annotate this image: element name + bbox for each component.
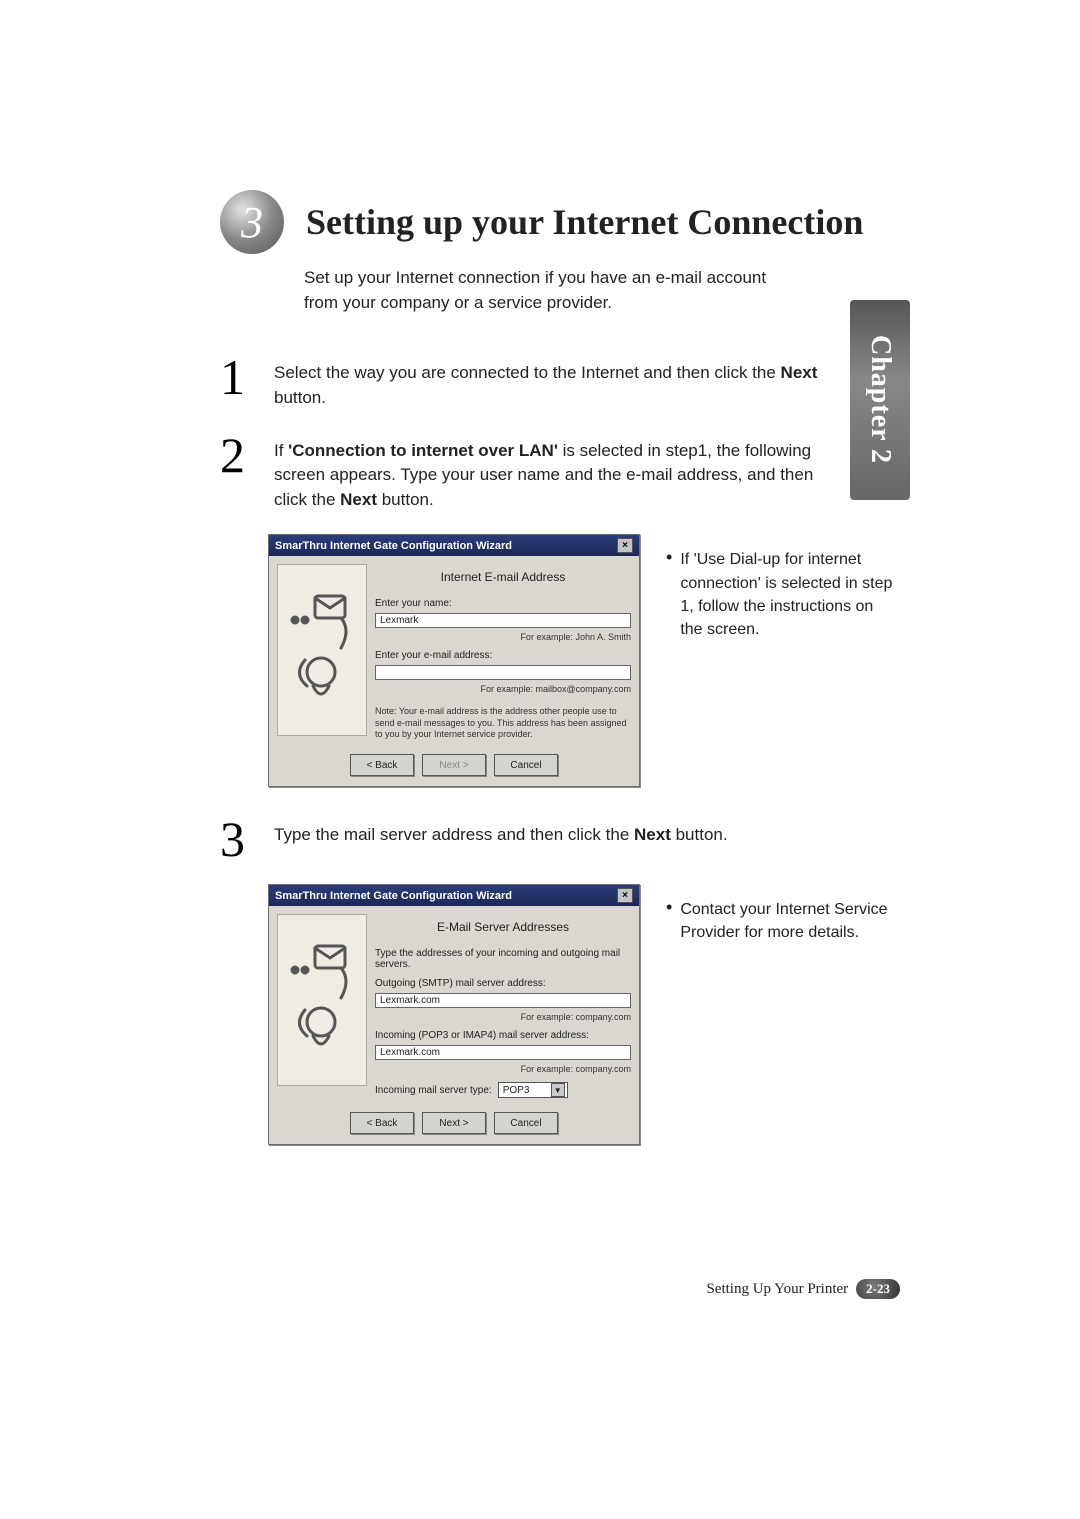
step-text: If 'Connection to internet over LAN' is …	[274, 433, 840, 513]
step-1: 1 Select the way you are connected to th…	[220, 355, 840, 410]
dialog-form: Internet E-mail Address Enter your name:…	[375, 564, 631, 740]
dialog-titlebar: SmarThru Internet Gate Configuration Wiz…	[269, 535, 639, 556]
hint-incoming: For example: company.com	[375, 1064, 631, 1074]
screenshot-row-1: SmarThru Internet Gate Configuration Wiz…	[268, 534, 950, 787]
chapter-tab-label: Chapter 2	[864, 335, 896, 464]
text-fragment: If	[274, 441, 288, 460]
text-fragment: button.	[274, 388, 326, 407]
text-bold: Next	[340, 490, 377, 509]
dialog-title: SmarThru Internet Gate Configuration Wiz…	[275, 890, 512, 902]
dialog-titlebar: SmarThru Internet Gate Configuration Wiz…	[269, 885, 639, 906]
step-number: 3	[220, 817, 260, 862]
page-number-badge: 2-23	[856, 1279, 900, 1299]
hint-email: For example: mailbox@company.com	[375, 684, 631, 694]
chevron-down-icon: ▼	[551, 1083, 565, 1097]
wizard-art-icon	[277, 564, 367, 736]
dialog-body: Internet E-mail Address Enter your name:…	[269, 556, 639, 748]
bullet-icon: •	[666, 548, 672, 641]
text-fragment: button.	[377, 490, 434, 509]
back-button[interactable]: < Back	[350, 754, 414, 776]
side-note-text: If 'Use Dial-up for internet connection'…	[680, 548, 896, 641]
step-text: Type the mail server address and then cl…	[274, 817, 728, 862]
label-incoming: Incoming (POP3 or IMAP4) mail server add…	[375, 1030, 631, 1041]
back-button[interactable]: < Back	[350, 1112, 414, 1134]
side-note-1: •If 'Use Dial-up for internet connection…	[666, 534, 896, 641]
intro-text: Set up your Internet connection if you h…	[304, 266, 784, 315]
label-server-type: Incoming mail server type:	[375, 1085, 492, 1096]
label-email: Enter your e-mail address:	[375, 650, 631, 661]
server-type-select[interactable]: POP3 ▼	[498, 1082, 568, 1098]
email-field[interactable]	[375, 665, 631, 680]
bullet-icon: •	[666, 898, 672, 944]
page-title: Setting up your Internet Connection	[306, 201, 863, 243]
side-note-text: Contact your Internet Service Provider f…	[680, 898, 896, 944]
title-row: 3 Setting up your Internet Connection	[220, 190, 950, 254]
cancel-button[interactable]: Cancel	[494, 1112, 558, 1134]
close-icon[interactable]: ×	[617, 888, 633, 903]
server-type-row: Incoming mail server type: POP3 ▼	[375, 1082, 631, 1098]
next-button[interactable]: Next >	[422, 754, 486, 776]
dialog-buttons: < Back Next > Cancel	[269, 1106, 639, 1144]
dialog-body: E-Mail Server Addresses Type the address…	[269, 906, 639, 1106]
text-bold: Next	[781, 363, 818, 382]
step-text: Select the way you are connected to the …	[274, 355, 840, 410]
close-icon[interactable]: ×	[617, 538, 633, 553]
step-2: 2 If 'Connection to internet over LAN' i…	[220, 433, 840, 513]
dialog-buttons: < Back Next > Cancel	[269, 748, 639, 786]
hint-name: For example: John A. Smith	[375, 632, 631, 642]
dialog-note: Note: Your e-mail address is the address…	[375, 706, 631, 740]
server-type-value: POP3	[503, 1085, 530, 1096]
chapter-tab: Chapter 2	[850, 300, 910, 500]
cancel-button[interactable]: Cancel	[494, 754, 558, 776]
incoming-server-field[interactable]: Lexmark.com	[375, 1045, 631, 1060]
step-number: 1	[220, 355, 260, 410]
step-number: 2	[220, 433, 260, 513]
dialog-form: E-Mail Server Addresses Type the address…	[375, 914, 631, 1098]
name-field[interactable]: Lexmark	[375, 613, 631, 628]
next-button[interactable]: Next >	[422, 1112, 486, 1134]
dialog-heading: E-Mail Server Addresses	[375, 920, 631, 934]
wizard-dialog-email-address: SmarThru Internet Gate Configuration Wiz…	[268, 534, 640, 787]
outgoing-server-field[interactable]: Lexmark.com	[375, 993, 631, 1008]
dialog-heading: Internet E-mail Address	[375, 570, 631, 584]
wizard-dialog-mail-servers: SmarThru Internet Gate Configuration Wiz…	[268, 884, 640, 1145]
label-name: Enter your name:	[375, 598, 631, 609]
dialog-intro: Type the addresses of your incoming and …	[375, 948, 631, 970]
hint-outgoing: For example: company.com	[375, 1012, 631, 1022]
wizard-art-icon	[277, 914, 367, 1086]
section-number: 3	[241, 197, 263, 248]
document-page: Chapter 2 3 Setting up your Internet Con…	[0, 0, 1080, 1519]
screenshot-row-2: SmarThru Internet Gate Configuration Wiz…	[268, 884, 950, 1145]
section-number-badge: 3	[220, 190, 284, 254]
text-bold: Next	[634, 825, 671, 844]
page-footer: Setting Up Your Printer 2-23	[706, 1279, 900, 1299]
text-fragment: button.	[671, 825, 728, 844]
text-bold: 'Connection to internet over LAN'	[288, 441, 558, 460]
side-note-2: •Contact your Internet Service Provider …	[666, 884, 896, 944]
dialog-title: SmarThru Internet Gate Configuration Wiz…	[275, 540, 512, 552]
step-3: 3 Type the mail server address and then …	[220, 817, 840, 862]
text-fragment: Select the way you are connected to the …	[274, 363, 781, 382]
footer-label: Setting Up Your Printer	[706, 1281, 848, 1298]
text-fragment: Type the mail server address and then cl…	[274, 825, 634, 844]
label-outgoing: Outgoing (SMTP) mail server address:	[375, 978, 631, 989]
